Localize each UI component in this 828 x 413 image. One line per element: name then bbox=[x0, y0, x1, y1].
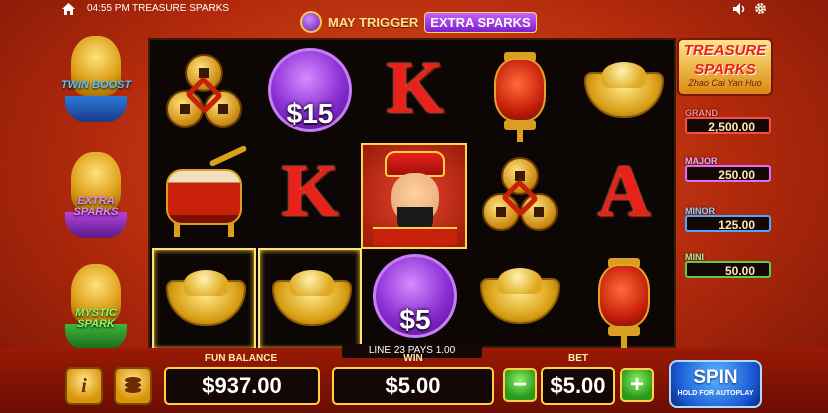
purple-coin-symbol: $15 bbox=[258, 42, 362, 145]
balance-display: $937.00 bbox=[164, 367, 320, 405]
logo-subtitle: Zhao Cai Yan Huo bbox=[688, 78, 762, 88]
jackpot-mini: MINI 50.00 bbox=[683, 252, 773, 278]
gear-icon[interactable] bbox=[754, 2, 767, 15]
k-letter: K bbox=[281, 150, 339, 232]
volume-icon[interactable] bbox=[733, 3, 746, 15]
feature-label: EXTRA SPARKS bbox=[73, 195, 119, 218]
purple-coin-icon bbox=[300, 11, 322, 33]
lantern-symbol bbox=[468, 42, 572, 145]
spin-label: SPIN bbox=[693, 367, 738, 388]
feature-twin-boost: TWIN BOOST bbox=[57, 34, 135, 126]
jackpot-value: 125.00 bbox=[685, 215, 771, 232]
jackpot-value: 250.00 bbox=[685, 165, 771, 182]
clock: 04:55 PM bbox=[87, 3, 130, 14]
game-title: TREASURE SPARKS bbox=[132, 3, 230, 14]
extra-sparks-badge: EXTRA SPARKS bbox=[424, 11, 537, 33]
a-symbol: A bbox=[572, 145, 676, 248]
coin-value: $15 bbox=[286, 98, 334, 129]
spin-button[interactable]: SPIN HOLD FOR AUTOPLAY bbox=[669, 360, 762, 408]
game-logo: TREASURE SPARKS Zhao Cai Yan Huo bbox=[677, 38, 773, 96]
home-icon[interactable] bbox=[62, 3, 75, 15]
bet-label: BET bbox=[568, 353, 588, 364]
k-symbol: K bbox=[363, 42, 467, 145]
coins-symbol bbox=[468, 145, 572, 248]
jackpot-minor: MINOR 125.00 bbox=[683, 206, 773, 232]
logo-line-1: TREASURE bbox=[683, 42, 767, 59]
win-label: WIN bbox=[403, 353, 423, 364]
jackpot-value: 2,500.00 bbox=[685, 117, 771, 134]
logo-line-2: SPARKS bbox=[694, 61, 756, 78]
feature-label: MYSTIC SPARK bbox=[75, 307, 117, 330]
lantern-symbol bbox=[572, 248, 676, 351]
jackpot-value: 50.00 bbox=[685, 261, 771, 278]
bet-increase-button[interactable]: + bbox=[620, 368, 654, 402]
feature-mystic-spark: MYSTIC SPARK bbox=[57, 262, 135, 354]
k-letter: K bbox=[386, 47, 444, 129]
fringe-decoration bbox=[65, 96, 127, 122]
gold-ingot-symbol bbox=[152, 248, 256, 351]
coin-stack-icon bbox=[125, 377, 141, 393]
reel-grid: $15 K K $5 A bbox=[148, 38, 676, 351]
gold-ingot-symbol bbox=[258, 248, 362, 351]
win-display: $5.00 bbox=[332, 367, 494, 405]
gold-ingot-symbol bbox=[468, 248, 572, 351]
feature-extra-sparks: EXTRA SPARKS bbox=[57, 150, 135, 242]
autoplay-hint: HOLD FOR AUTOPLAY bbox=[677, 390, 754, 397]
jackpot-grand: GRAND 2,500.00 bbox=[683, 108, 773, 134]
coin-value: $5 bbox=[399, 304, 431, 335]
bet-display: $5.00 bbox=[541, 367, 615, 405]
feature-label: TWIN BOOST bbox=[60, 79, 132, 91]
trigger-banner: MAY TRIGGER EXTRA SPARKS bbox=[300, 11, 537, 33]
coins-symbol bbox=[152, 42, 256, 145]
purple-coin-symbol: $5 bbox=[363, 248, 467, 351]
info-button[interactable]: i bbox=[65, 367, 103, 405]
k-symbol: K bbox=[258, 145, 362, 248]
a-letter: A bbox=[597, 150, 651, 232]
balance-label: FUN BALANCE bbox=[204, 353, 278, 364]
jackpot-major: MAJOR 250.00 bbox=[683, 156, 773, 182]
fortune-god-symbol bbox=[361, 143, 467, 249]
drum-symbol bbox=[152, 144, 256, 248]
coin-stack-button[interactable] bbox=[114, 367, 152, 405]
gold-ingot-symbol bbox=[572, 42, 676, 145]
bet-decrease-button[interactable]: − bbox=[503, 368, 537, 402]
trigger-text: MAY TRIGGER bbox=[328, 14, 419, 30]
